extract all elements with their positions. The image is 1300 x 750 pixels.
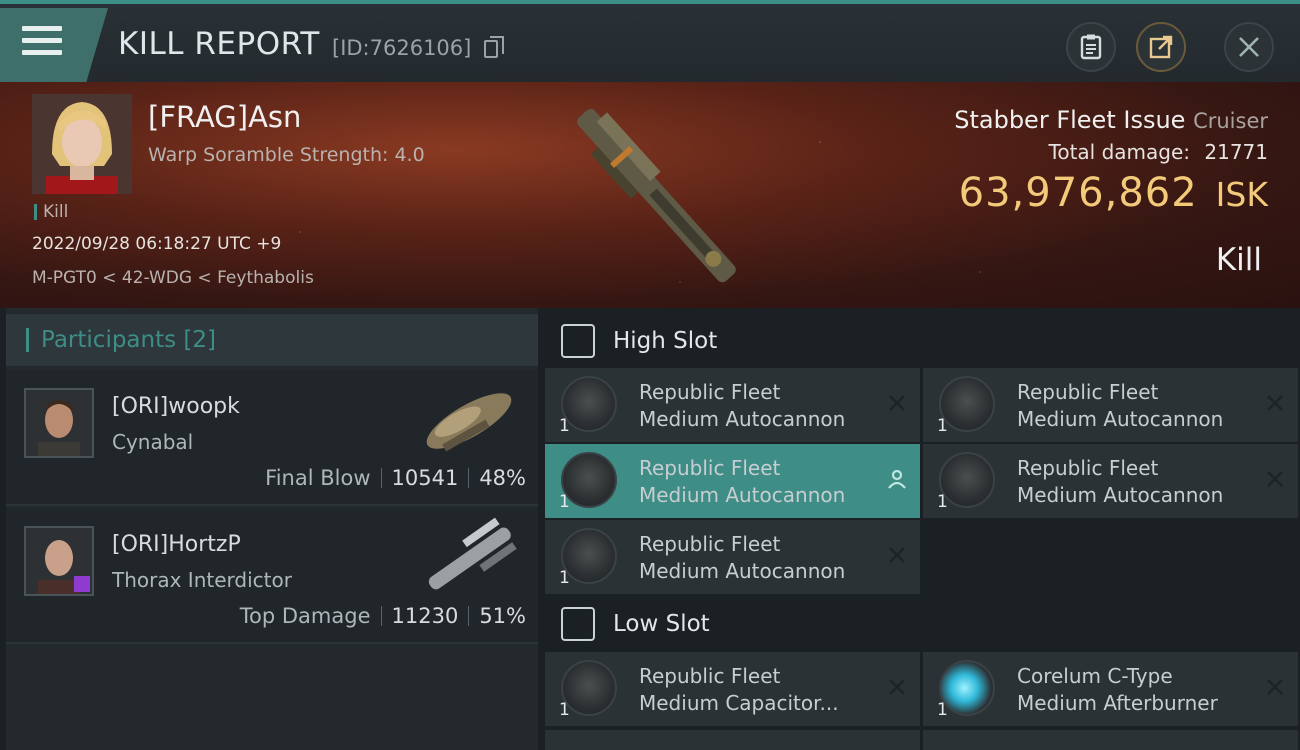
module-item[interactable]: 1 Republic Fleet Medium Autocannon (545, 520, 920, 594)
slot-icon (561, 324, 595, 358)
module-item[interactable] (545, 730, 920, 750)
participants-count: [2] (183, 327, 217, 353)
hamburger-icon[interactable] (22, 26, 62, 56)
participant-avatar (24, 526, 94, 596)
high-slot-label: High Slot (613, 328, 718, 354)
victim-avatar (32, 94, 132, 194)
low-slot-header: Low Slot (545, 601, 1300, 649)
ship-type[interactable]: Stabber Fleet Issue Cruiser (954, 106, 1268, 134)
module-name: Republic Fleet (1017, 456, 1159, 480)
module-name-line2: Medium Autocannon (639, 559, 846, 583)
copy-icon[interactable] (484, 36, 504, 58)
module-name-line2: Medium Autocannon (639, 483, 846, 507)
participant-stats: Top Damage 11230 51% (240, 604, 526, 628)
module-name: Republic Fleet (1017, 380, 1159, 404)
kill-location[interactable]: M-PGT0 < 42-WDG < Feythabolis (32, 268, 314, 288)
x-icon (889, 547, 905, 563)
isk-unit: ISK (1215, 175, 1268, 214)
participant-face (26, 390, 92, 456)
participant-damage: 10541 (391, 466, 459, 490)
close-icon (1239, 37, 1259, 57)
module-quantity: 1 (559, 700, 570, 720)
module-quantity: 1 (937, 416, 948, 436)
module-item[interactable]: 1 Corelum C-Type Medium Afterburner (923, 652, 1298, 726)
clipboard-button[interactable] (1066, 22, 1116, 72)
module-item[interactable]: 1 Republic Fleet Medium Autocannon (923, 368, 1298, 442)
participant-name: [ORI]woopk (112, 394, 240, 419)
victim-name[interactable]: [FRAG]Asn (148, 100, 301, 134)
x-icon (1267, 395, 1283, 411)
participant-role: Top Damage (239, 604, 371, 628)
participant-avatar (24, 388, 94, 458)
ship-name: Stabber Fleet Issue (954, 106, 1186, 134)
participant-ship-image (426, 393, 512, 452)
low-slot-label: Low Slot (613, 611, 710, 637)
module-item[interactable] (923, 730, 1298, 750)
module-item[interactable]: 1 Republic Fleet Medium Capacitor... (545, 652, 920, 726)
top-bar: KILL REPORT [ID:7626106] (0, 0, 1300, 82)
module-name-line2: Medium Autocannon (1017, 407, 1224, 431)
victim-portrait[interactable] (32, 94, 132, 194)
person-icon (888, 469, 906, 489)
module-quantity: 1 (559, 492, 570, 512)
participant-percent: 48% (479, 466, 526, 490)
kill-datetime: 2022/09/28 06:18:27 UTC +9 (32, 234, 282, 254)
module-name-line2: Medium Autocannon (639, 407, 846, 431)
module-item[interactable]: 1 Republic Fleet Medium Autocannon (545, 444, 920, 518)
x-icon (889, 679, 905, 695)
participant-ship-image (428, 517, 517, 590)
share-button[interactable] (1136, 22, 1186, 72)
module-name: Republic Fleet (639, 532, 781, 556)
status-badge (74, 576, 90, 592)
kill-type: Kill (1215, 242, 1262, 278)
high-slot-header: High Slot (545, 318, 1300, 366)
scramble-strength: Warp Soramble Strength: 4.0 (148, 144, 425, 166)
participant-stats: Final Blow 10541 48% (265, 466, 526, 490)
module-name-line2: Medium Autocannon (1017, 483, 1224, 507)
participants-header: Participants [2] (6, 314, 538, 366)
participant-role: Final Blow (265, 466, 371, 490)
share-icon (1149, 35, 1173, 59)
close-button[interactable] (1224, 22, 1274, 72)
module-name-line2: Medium Capacitor... (639, 691, 839, 715)
ship-class: Cruiser (1193, 109, 1268, 133)
participants-label: Participants [2] (26, 328, 216, 352)
page-title: KILL REPORT (118, 26, 320, 62)
module-name: Republic Fleet (639, 664, 781, 688)
module-name-line2: Medium Afterburner (1017, 691, 1218, 715)
x-icon (889, 395, 905, 411)
victim-ship-image (577, 109, 736, 283)
module-quantity: 1 (559, 416, 570, 436)
total-damage-label: Total damage: (1048, 140, 1191, 164)
participant-row[interactable]: [ORI]woopk Cynabal Final Blow 10541 48% (6, 370, 538, 506)
total-damage-value: 21771 (1204, 140, 1268, 164)
participant-ship: Thorax Interdictor (112, 568, 292, 592)
module-item[interactable]: 1 Republic Fleet Medium Autocannon (545, 368, 920, 442)
kill-tag: Kill (34, 204, 68, 221)
isk-value: 63,976,862 ISK (959, 170, 1268, 216)
module-item[interactable]: 1 Republic Fleet Medium Autocannon (923, 444, 1298, 518)
module-name: Corelum C-Type (1017, 664, 1173, 688)
isk-amount: 63,976,862 (958, 170, 1198, 216)
participant-damage: 11230 (391, 604, 459, 628)
module-name: Republic Fleet (639, 456, 781, 480)
participant-row[interactable]: [ORI]HortzP Thorax Interdictor Top Damag… (6, 508, 538, 644)
participant-name: [ORI]HortzP (112, 532, 241, 557)
module-quantity: 1 (937, 700, 948, 720)
slot-icon (561, 607, 595, 641)
x-icon (1267, 471, 1283, 487)
participant-percent: 51% (479, 604, 526, 628)
total-damage: Total damage: 21771 (1049, 140, 1268, 164)
clipboard-icon (1080, 34, 1102, 60)
module-quantity: 1 (937, 492, 948, 512)
participants-title: Participants (41, 327, 177, 353)
x-icon (1267, 679, 1283, 695)
module-name: Republic Fleet (639, 380, 781, 404)
report-id: [ID:7626106] (332, 36, 472, 60)
module-quantity: 1 (559, 568, 570, 588)
kill-banner: [FRAG]Asn Warp Soramble Strength: 4.0 Ki… (0, 82, 1300, 308)
participant-ship: Cynabal (112, 430, 194, 454)
